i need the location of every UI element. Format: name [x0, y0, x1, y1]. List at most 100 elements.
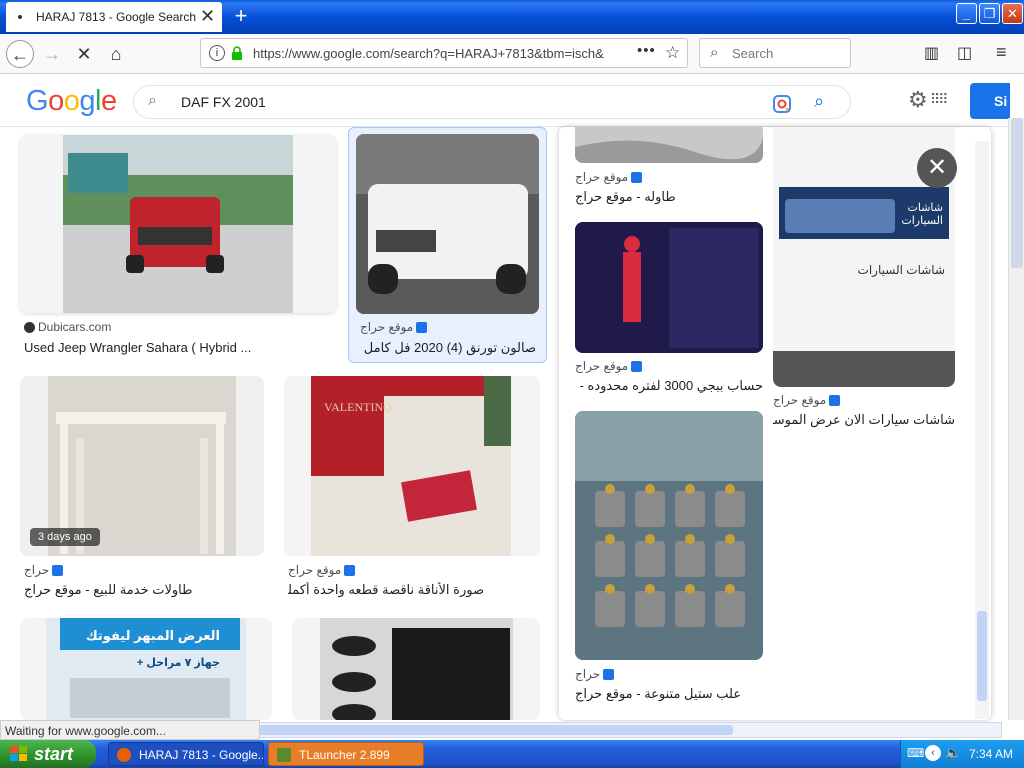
- screen-heading: شاشات السيارات: [857, 263, 945, 277]
- navigation-toolbar: ← → ✕ ⌂ i https://www.google.com/search?…: [0, 34, 1024, 74]
- horizontal-scrollbar[interactable]: [252, 722, 1002, 738]
- result-caption[interactable]: طاولات خدمة للبيع - موقع حراج: [24, 582, 264, 598]
- restore-button[interactable]: ❐: [979, 3, 1000, 24]
- tab-title: HARAJ 7813 - Google Search: [36, 10, 197, 24]
- google-logo[interactable]: Google: [26, 85, 117, 118]
- system-tray: ⌨ ‹ 🔈 7:34 AM: [900, 740, 1024, 768]
- lens-icon[interactable]: [772, 94, 792, 114]
- search-icon: ⌕: [710, 44, 719, 61]
- panel-image-pubg[interactable]: [575, 222, 763, 353]
- screen-text: شاشات السيارات: [901, 202, 943, 227]
- pubg-photo: [575, 222, 763, 353]
- result-image-valentino[interactable]: VALENTINO: [284, 376, 540, 556]
- panel-image-table-top[interactable]: [575, 127, 763, 163]
- panel-source: موقع حراج: [773, 393, 843, 407]
- logo-letter: G: [26, 85, 49, 117]
- google-search-input[interactable]: ⌕ DAF FX 2001 ⌕: [133, 85, 851, 119]
- start-button[interactable]: start: [0, 740, 96, 768]
- result-caption[interactable]: صالون تورنق (4) 2020 فل كامل ...: [360, 340, 536, 356]
- result-image-landcruiser[interactable]: [356, 134, 539, 314]
- tab-close-icon[interactable]: ✕: [200, 6, 215, 27]
- apps-grid-icon[interactable]: ⠿⠿: [930, 91, 948, 108]
- valentino-text: VALENTINO: [324, 400, 392, 414]
- result-source: حراج: [24, 563, 66, 577]
- volume-icon[interactable]: 🔈: [945, 745, 961, 761]
- back-button[interactable]: ←: [6, 40, 34, 68]
- windows-taskbar: start HARAJ 7813 - Google... TLauncher 2…: [0, 740, 1024, 768]
- taskbar-tlauncher-label: TLauncher 2.899: [299, 748, 390, 762]
- search-query: DAF FX 2001: [181, 94, 266, 110]
- preview-panel: موقع حراج طاوله - موقع حراج موقع حراج حس…: [559, 127, 991, 720]
- search-placeholder: Search: [732, 46, 774, 61]
- url-text: https://www.google.com/search?q=HARAJ+78…: [253, 46, 604, 61]
- panel-source: موقع حراج: [575, 170, 645, 184]
- panel-scroll-thumb[interactable]: [977, 611, 987, 701]
- panel-source: موقع حراج: [575, 359, 645, 373]
- tab-loading-icon: [18, 15, 22, 19]
- panel-close-button[interactable]: ✕: [917, 148, 957, 188]
- sign-in-button[interactable]: Si: [970, 83, 1010, 119]
- firefox-icon: [117, 748, 131, 762]
- browser-search-box[interactable]: ⌕ Search: [699, 38, 851, 68]
- lock-icon: [232, 46, 242, 60]
- jeep-photo: [63, 135, 293, 313]
- windows-logo-icon: [10, 746, 27, 761]
- tray-arrow-icon[interactable]: ‹: [925, 745, 941, 761]
- status-bar: Waiting for www.google.com...: [0, 720, 260, 740]
- result-source: موقع حراج: [360, 320, 430, 334]
- window-close-button[interactable]: ✕: [1002, 3, 1023, 24]
- url-bar[interactable]: i https://www.google.com/search?q=HARAJ+…: [200, 38, 688, 68]
- result-image-tables[interactable]: 3 days ago: [20, 376, 264, 556]
- panel-image-canisters[interactable]: [575, 411, 763, 660]
- landcruiser-photo: [356, 134, 539, 314]
- taskbar-firefox-label: HARAJ 7813 - Google...: [139, 748, 264, 762]
- taskbar-tlauncher[interactable]: TLauncher 2.899: [268, 742, 424, 766]
- result-caption[interactable]: صورة الأناقة ناقصة قطعه واحدة أكملها ...: [288, 582, 484, 598]
- home-icon[interactable]: ⌂: [102, 40, 130, 68]
- browser-tab[interactable]: HARAJ 7813 - Google Search ✕: [6, 2, 222, 32]
- page-actions-icon[interactable]: •••: [637, 42, 656, 59]
- result-source: موقع حراج: [288, 563, 358, 577]
- forward-button[interactable]: →: [38, 40, 66, 68]
- settings-gear-icon[interactable]: ⚙: [908, 87, 928, 113]
- result-image-water-filter[interactable]: العرض المبهر ليفوتك جهاز ٧ مراحل +: [20, 618, 272, 720]
- page-vertical-scrollbar[interactable]: [1008, 118, 1024, 720]
- panel-caption[interactable]: طاوله - موقع حراج: [575, 189, 763, 205]
- search-submit-icon[interactable]: ⌕: [814, 91, 824, 112]
- panel-scrollbar[interactable]: [975, 141, 989, 719]
- panel-caption[interactable]: شاشات سيارات الان عرض الموسم ا...: [773, 412, 955, 428]
- sidebar-icon[interactable]: ◫: [957, 43, 972, 63]
- horizontal-scroll-thumb[interactable]: [253, 725, 733, 735]
- playstation-photo: [320, 618, 513, 720]
- info-icon[interactable]: i: [209, 45, 225, 61]
- keyboard-icon[interactable]: ⌨: [907, 746, 924, 760]
- clock[interactable]: 7:34 AM: [969, 747, 1013, 761]
- stop-icon[interactable]: ✕: [70, 40, 98, 68]
- page-scroll-thumb[interactable]: [1011, 118, 1023, 268]
- start-label: start: [34, 744, 74, 764]
- result-image-playstation[interactable]: [292, 618, 540, 720]
- logo-letter: o: [63, 85, 80, 117]
- panel-caption[interactable]: حساب ببجي 3000 لفتره محدوده - ...: [575, 378, 763, 394]
- taskbar-firefox[interactable]: HARAJ 7813 - Google...: [108, 742, 264, 766]
- time-badge: 3 days ago: [30, 528, 100, 546]
- panel-source: حراج: [575, 667, 617, 681]
- canisters-photo: [575, 411, 763, 660]
- new-tab-button[interactable]: +: [228, 2, 254, 30]
- menu-icon[interactable]: ≡: [996, 42, 1007, 63]
- tlauncher-icon: [277, 748, 291, 762]
- bookmark-star-icon[interactable]: ☆: [665, 43, 680, 63]
- result-source: Dubicars.com: [24, 320, 111, 334]
- result-caption[interactable]: Used Jeep Wrangler Sahara ( Hybrid ...: [24, 340, 324, 355]
- panel-caption[interactable]: علب ستيل متنوعة - موقع حراج: [575, 686, 763, 702]
- search-icon: ⌕: [148, 92, 157, 109]
- google-header: Google ⌕ DAF FX 2001 ⌕ ⚙ ⠿⠿ Si: [0, 75, 1010, 127]
- valentino-photo: [311, 376, 511, 556]
- minimize-button[interactable]: _: [956, 3, 977, 24]
- marble-photo: [575, 127, 763, 163]
- library-icon[interactable]: ▥: [924, 43, 939, 63]
- result-image-jeep[interactable]: [20, 135, 336, 313]
- logo-letter: g: [79, 85, 95, 117]
- logo-letter: e: [100, 85, 117, 117]
- promo-subtext: جهاز ٧ مراحل +: [136, 657, 220, 669]
